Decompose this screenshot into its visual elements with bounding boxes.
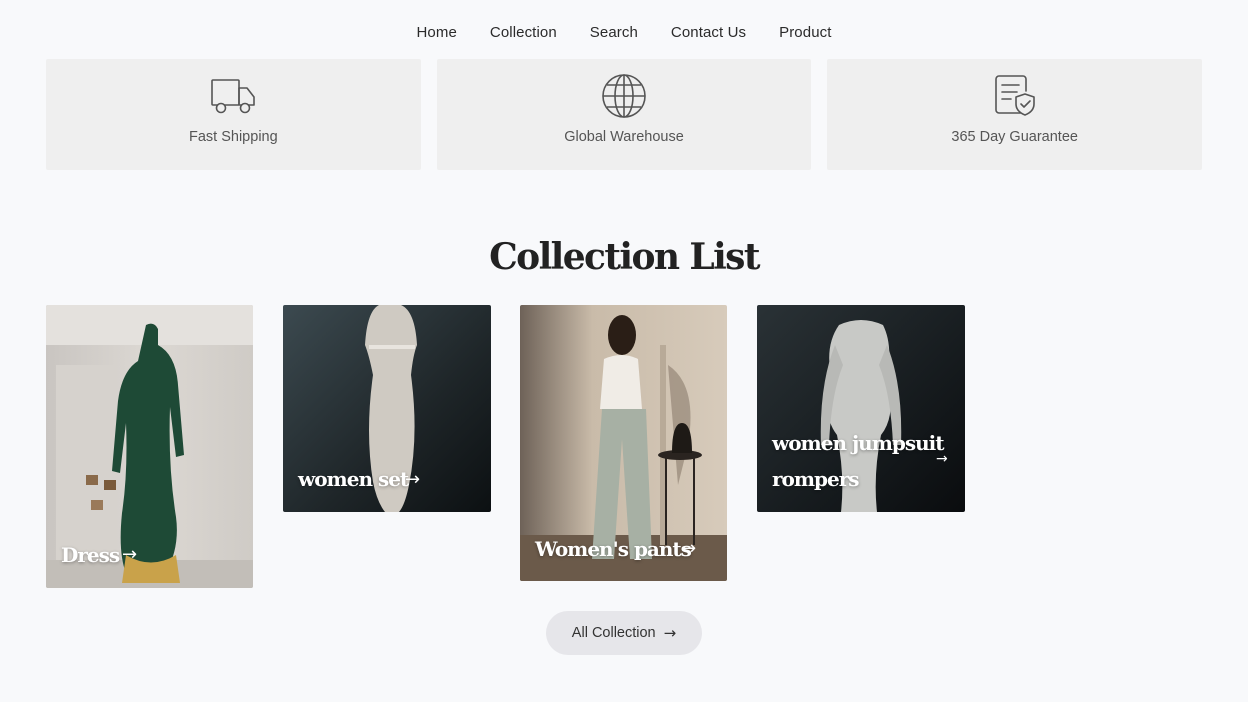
arrow-right-icon: → [122,544,138,565]
card-label-line2: rompers [772,467,860,491]
collection-card-dress[interactable]: Dress → [46,305,253,588]
card-label-line1: women jumpsuit [772,431,945,455]
collection-card-women-jumpsuit-rompers[interactable]: women jumpsuit rompers → [757,305,965,512]
shield-document-icon [991,73,1039,119]
arrow-right-icon: → [405,469,421,490]
nav-product[interactable]: Product [763,22,848,43]
nav-home[interactable]: Home [400,22,473,43]
arrow-right-icon: → [663,624,677,642]
truck-icon [209,73,257,119]
arrow-right-icon: → [681,538,697,559]
collection-card-womens-pants[interactable]: Women's pants → [520,305,727,581]
arrow-right-icon: → [936,451,948,467]
feature-row: Fast Shipping Global Warehouse 365 Day G… [46,59,1203,170]
feature-guarantee: 365 Day Guarantee [827,59,1203,170]
section-title: Collection List [489,236,760,278]
card-label: Dress [61,543,120,567]
nav-contact-us[interactable]: Contact Us [654,22,762,43]
collection-card-women-set[interactable]: women set → [283,305,491,512]
feature-global-warehouse: Global Warehouse [436,59,812,170]
globe-icon [600,73,648,119]
nav-collection[interactable]: Collection [473,22,573,43]
all-collection-button[interactable]: All Collection → [546,611,702,655]
feature-label: 365 Day Guarantee [951,129,1078,145]
feature-label: Fast Shipping [189,129,278,145]
main-nav: Home Collection Search Contact Us Produc… [0,22,1248,43]
nav-search[interactable]: Search [573,22,654,43]
card-label: women set [298,467,409,491]
all-collection-label: All Collection [571,625,656,641]
feature-label: Global Warehouse [564,129,684,145]
feature-fast-shipping: Fast Shipping [46,59,421,170]
